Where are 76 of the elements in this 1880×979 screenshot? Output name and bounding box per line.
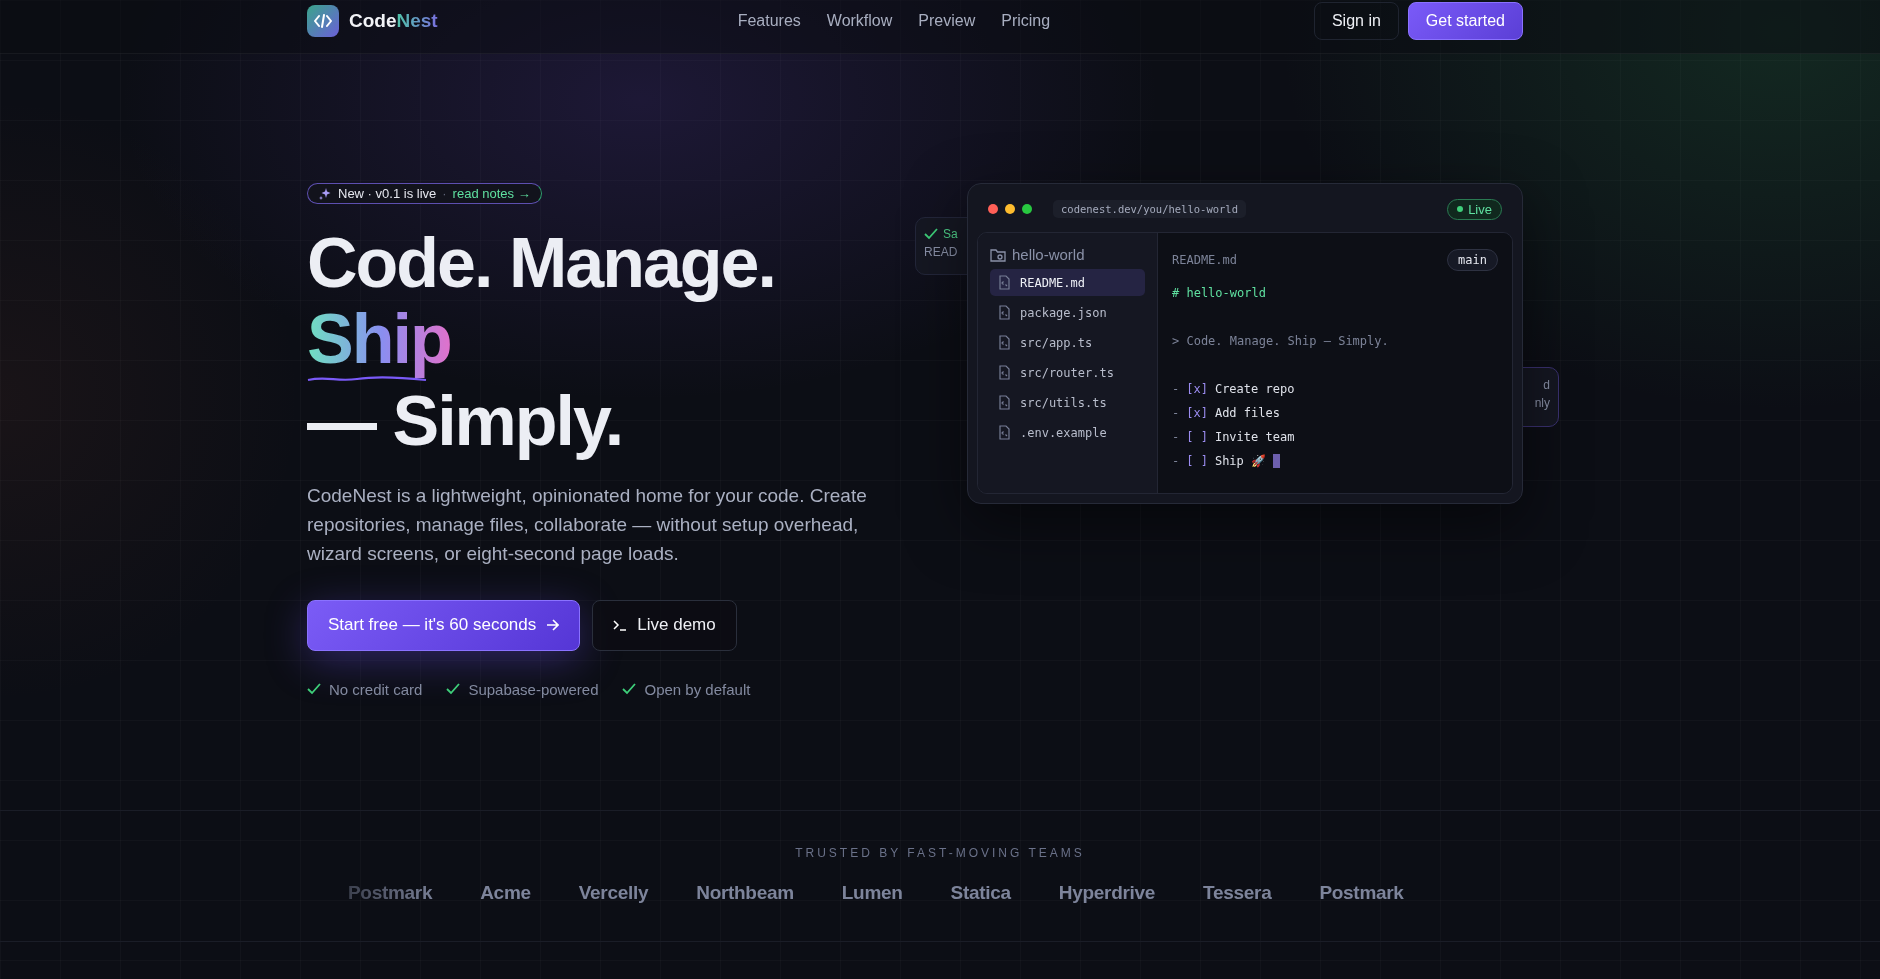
status-badge: Live [1447,198,1502,220]
task-checkbox-text: [x] [1186,405,1208,422]
close-dot-icon[interactable] [988,204,998,214]
hero-description: CodeNest is a lightweight, opinionated home for your code. Create repositories, manage files, collaborate — without setup overhead, wizard screens, or eight-second page loads. [307,483,868,566]
check-icon [307,683,321,695]
list-bullet: - [1172,453,1180,470]
code-line: > Code. Manage. Ship — Simply. [1172,333,1390,350]
folder-icon [990,247,1006,262]
check-icon [446,683,461,695]
file-item[interactable]: package.json [990,299,1145,326]
file-name: README.md [1172,253,1238,267]
company-logo-text: Statica [950,882,1011,904]
card-subtitle: READ [924,245,958,259]
card-text: nly [1534,396,1550,410]
separator-dot: · [442,186,447,201]
file-item[interactable]: src/router.ts [990,359,1145,386]
feature-check-label: No credit card [329,680,423,698]
folder-name: hello-world [1012,246,1085,263]
badge-text: New · v0.1 is live [338,186,437,201]
task-checkbox-text: [x] [1186,381,1208,398]
terminal-icon [613,619,628,631]
headline-line: Code. Manage. [307,224,776,301]
company-logo-text: Lumen [841,882,903,904]
file-icon [998,335,1011,350]
nav-link[interactable]: Workflow [826,12,893,30]
company-logo-text: Vercelly [578,882,649,904]
live-demo-button[interactable]: Live demo [592,599,737,651]
task-checkbox-text: [ ] [1186,429,1208,446]
code-line: # hello-world [1172,285,1267,302]
file-icon [998,305,1011,320]
company-logo-text: Acme [480,882,531,904]
file-item[interactable]: README.md [990,269,1145,296]
file-icon [998,395,1011,410]
task-text: Add files [1214,405,1280,422]
start-free-button[interactable]: Start free — it's 60 seconds [307,599,581,651]
file-item[interactable]: src/app.ts [990,329,1145,356]
arrow-right-icon [546,619,560,631]
task-text: Invite team [1214,429,1295,446]
feature-check-label: Open by default [644,680,751,698]
list-bullet: - [1172,429,1180,446]
file-item[interactable]: .env.example [990,419,1145,446]
task-text: Ship 🚀 [1214,453,1267,470]
check-icon [622,683,637,695]
headline-line: — Simply. [307,382,624,459]
list-bullet: - [1172,405,1180,422]
card-text: d [1543,378,1550,392]
feature-check-label: Supabase-powered [468,680,599,698]
read-notes-link[interactable]: read notes → [452,186,531,201]
branch-badge: main [1447,249,1498,271]
nav-link[interactable]: Pricing [1001,12,1051,30]
company-logo-text: Northbeam [696,882,794,904]
url-field: codenest.dev/you/hello-world [1053,200,1246,218]
maximize-dot-icon[interactable] [1022,204,1032,214]
file-item[interactable]: src/utils.ts [990,389,1145,416]
card-title: Sa [943,227,958,241]
company-logo-text: Postmark [348,882,433,904]
task-text: Create repo [1214,381,1295,398]
file-icon [998,275,1011,290]
file-icon [998,365,1011,380]
sign-in-button[interactable]: Sign in [1313,2,1399,40]
get-started-button[interactable]: Get started [1407,2,1523,40]
nav-link[interactable]: Features [737,12,801,30]
minimize-dot-icon[interactable] [1005,204,1015,214]
check-icon [924,228,938,240]
file-icon [998,425,1011,440]
list-bullet: - [1172,381,1180,398]
trusted-by-label: TRUSTED BY FAST-MOVING TEAMS [794,846,1086,860]
nav-link[interactable]: Preview [918,12,976,30]
brand-link[interactable]: CodeNest [307,5,438,37]
brand-name: CodeNest [349,10,438,32]
task-checkbox-text: [ ] [1186,453,1208,470]
company-logo-text: Hyperdrive [1058,882,1156,904]
status-dot-icon [1457,206,1464,212]
company-logo-text: Postmark [1319,882,1404,904]
code-brackets-icon [307,5,339,37]
company-logo-text: Tessera [1203,882,1272,904]
